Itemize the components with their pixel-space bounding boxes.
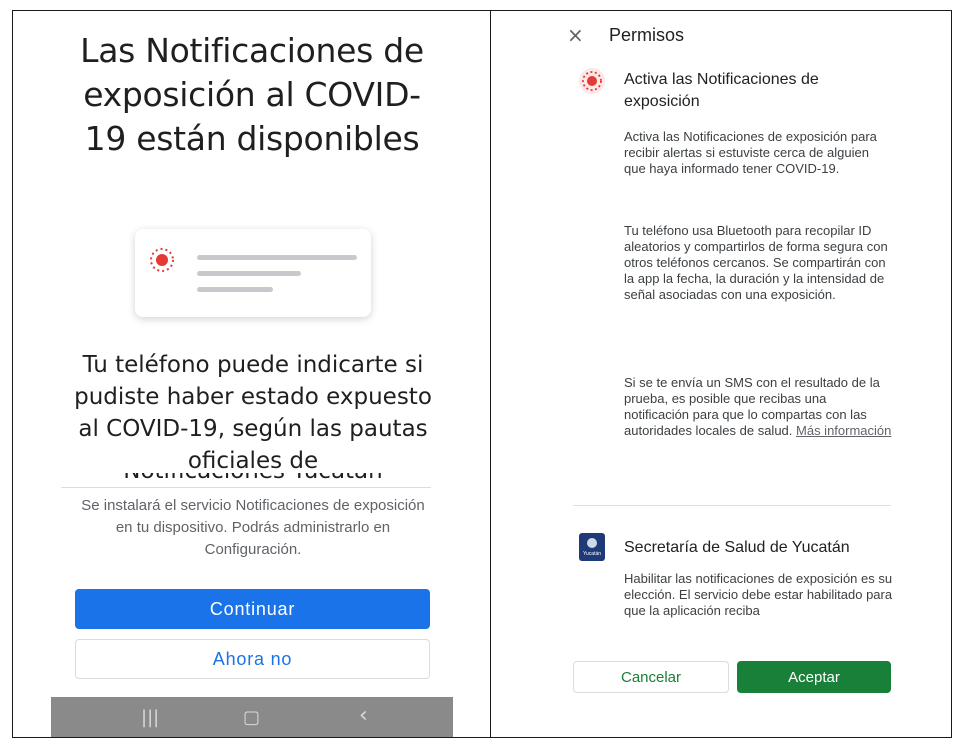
paragraph-alerts: Activa las Notificaciones de exposición … (624, 129, 877, 176)
divider (573, 505, 891, 506)
left-screen: Las Notificaciones de exposición al COVI… (12, 10, 490, 738)
description-clipped-text: Notificaciones Yucatán (69, 473, 437, 487)
exposure-notification-icon (150, 248, 174, 272)
divider (61, 487, 431, 488)
logo-emblem (587, 538, 597, 548)
health-secretariat-logo: Yucatán (579, 533, 605, 561)
cancel-button[interactable]: Cancelar (573, 661, 729, 693)
permissions-title: Permisos (609, 25, 685, 45)
page-title: Las Notificaciones de exposición al COVI… (80, 31, 424, 158)
accept-button[interactable]: Aceptar (737, 661, 891, 693)
home-icon[interactable]: ▢ (243, 707, 260, 728)
close-icon[interactable]: × (567, 23, 584, 47)
install-note: Se instalará el servicio Notificaciones … (81, 497, 425, 558)
back-icon[interactable]: ‹ (359, 703, 368, 728)
placeholder-line (197, 271, 301, 276)
notification-illustration (135, 229, 371, 317)
paragraph-bluetooth: Tu teléfono usa Bluetooth para recopilar… (624, 223, 888, 302)
system-nav-bar-faded (573, 707, 891, 737)
exposure-notification-icon (579, 68, 605, 94)
not-now-button[interactable]: Ahora no (75, 639, 430, 679)
description-overflow: Notificaciones Yucatán (69, 473, 437, 487)
section-exposure-title: Activa las Notificaciones de exposición (624, 71, 819, 110)
paragraph-choice: Habilitar las notificaciones de exposici… (624, 571, 893, 618)
logo-text: Yucatán (582, 551, 602, 557)
paragraph-sms: Si se te envía un SMS con el resultado d… (624, 375, 894, 439)
continue-button[interactable]: Continuar (75, 589, 430, 629)
right-screen: × Permisos Activa las Notificaciones de … (490, 10, 952, 738)
section-secretariat-title: Secretaría de Salud de Yucatán (624, 539, 850, 556)
placeholder-line (197, 287, 273, 292)
placeholder-line (197, 255, 357, 260)
more-info-link[interactable]: Más información (796, 423, 891, 438)
system-nav-bar: ||| ▢ ‹ (51, 697, 453, 737)
recents-icon[interactable]: ||| (141, 707, 159, 728)
description-text: Tu teléfono puede indicarte si pudiste h… (74, 352, 432, 471)
